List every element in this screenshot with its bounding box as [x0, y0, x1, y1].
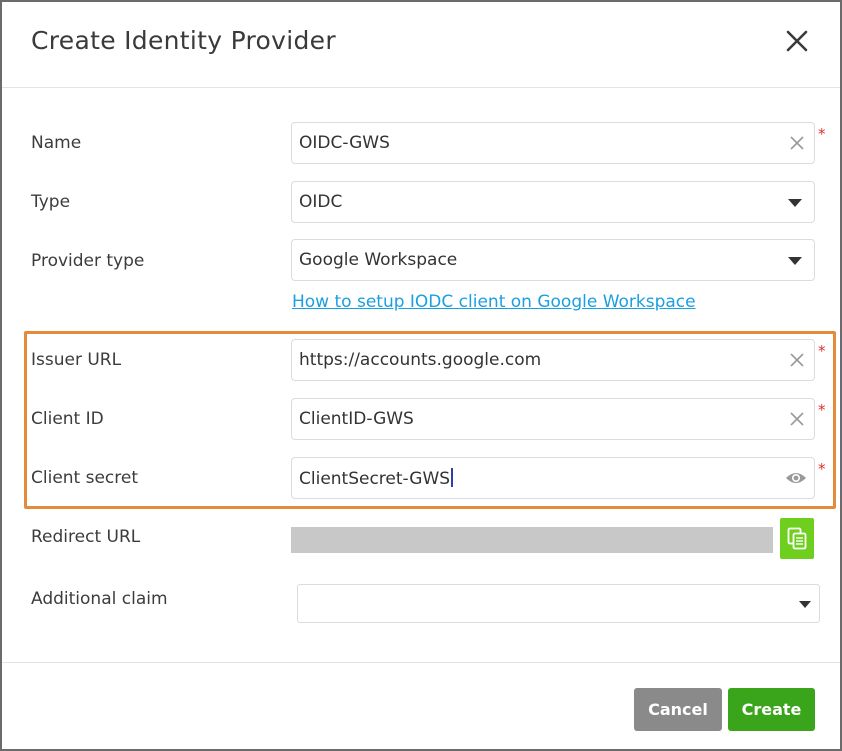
dialog-title: Create Identity Provider — [31, 26, 336, 55]
type-dropdown-toggle[interactable] — [787, 198, 803, 208]
close-icon — [786, 30, 808, 52]
client-id-input[interactable]: ClientID-GWS — [291, 398, 815, 440]
redirect-url-label: Redirect URL — [31, 527, 141, 547]
clear-icon — [790, 353, 804, 367]
copy-icon — [787, 527, 807, 550]
eye-icon — [786, 473, 806, 483]
close-button[interactable] — [780, 24, 814, 58]
copy-redirect-url-button[interactable] — [780, 518, 814, 559]
issuer-url-label: Issuer URL — [31, 350, 122, 370]
type-label: Type — [31, 192, 71, 212]
client-secret-value: ClientSecret-GWS — [299, 469, 451, 489]
clear-icon — [790, 136, 804, 150]
provider-type-value: Google Workspace — [299, 250, 458, 270]
setup-help-link[interactable]: How to setup IODC client on Google Works… — [292, 292, 696, 312]
client-secret-required-mark: * — [818, 460, 826, 478]
redirect-url-value — [291, 527, 773, 553]
name-label: Name — [31, 133, 82, 153]
client-id-value: ClientID-GWS — [299, 409, 414, 429]
cancel-button[interactable]: Cancel — [634, 688, 722, 731]
client-id-label: Client ID — [31, 409, 104, 429]
caret-down-icon — [799, 601, 811, 608]
additional-claim-dropdown-toggle[interactable] — [798, 600, 812, 609]
issuer-url-input[interactable]: https://accounts.google.com — [291, 339, 815, 381]
dialog-header: Create Identity Provider — [2, 2, 840, 88]
clear-icon — [790, 412, 804, 426]
name-input[interactable]: OIDC-GWS — [291, 122, 815, 164]
type-value: OIDC — [299, 192, 343, 212]
create-identity-provider-dialog: Create Identity Provider Name OIDC-GWS *… — [0, 0, 842, 751]
text-cursor — [451, 468, 454, 487]
footer-divider — [2, 662, 840, 663]
issuer-url-value: https://accounts.google.com — [299, 350, 542, 370]
name-required-mark: * — [818, 125, 826, 143]
name-value: OIDC-GWS — [299, 133, 390, 153]
issuer-url-required-mark: * — [818, 342, 826, 360]
additional-claim-select[interactable] — [297, 584, 820, 623]
provider-type-select[interactable]: Google Workspace — [291, 239, 815, 281]
type-select[interactable]: OIDC — [291, 181, 815, 223]
client-id-required-mark: * — [818, 401, 826, 419]
client-secret-input[interactable]: ClientSecret-GWS — [291, 457, 815, 499]
name-clear-button[interactable] — [788, 134, 806, 152]
show-secret-toggle[interactable] — [785, 470, 807, 486]
additional-claim-label: Additional claim — [31, 589, 168, 609]
caret-down-icon — [788, 199, 802, 207]
create-button[interactable]: Create — [728, 688, 815, 731]
client-id-clear-button[interactable] — [788, 410, 806, 428]
issuer-url-clear-button[interactable] — [788, 351, 806, 369]
provider-type-dropdown-toggle[interactable] — [787, 256, 803, 266]
client-secret-value-wrap: ClientSecret-GWS — [299, 468, 454, 489]
caret-down-icon — [788, 257, 802, 265]
provider-type-label: Provider type — [31, 251, 145, 271]
client-secret-label: Client secret — [31, 468, 139, 488]
